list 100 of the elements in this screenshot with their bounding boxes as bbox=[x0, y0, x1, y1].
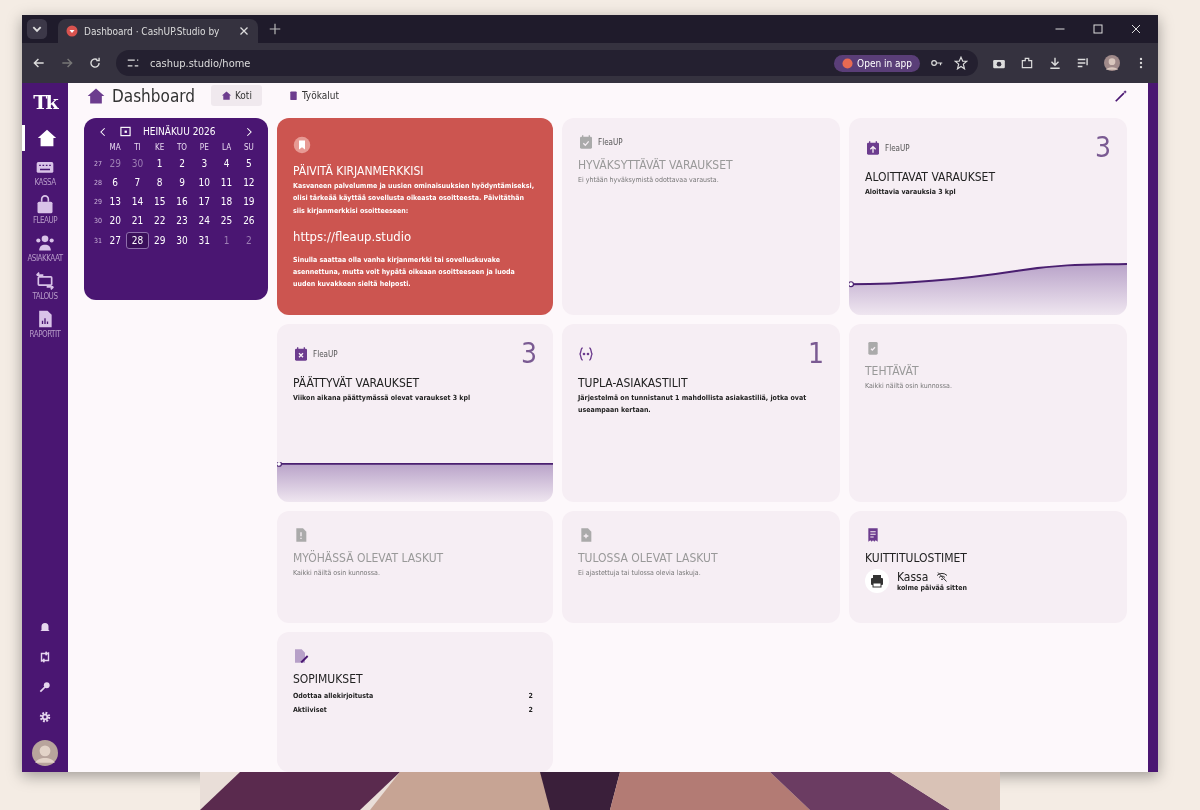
address-bar[interactable]: cashup.studio/home Open in app bbox=[116, 50, 978, 76]
link[interactable]: https://fleaup.studio bbox=[293, 228, 537, 244]
calendar-day[interactable]: 27 bbox=[104, 233, 127, 248]
today-icon[interactable] bbox=[120, 126, 131, 137]
calendar-day[interactable]: 22 bbox=[148, 213, 171, 228]
calendar-day[interactable]: 15 bbox=[148, 194, 171, 209]
calendar-day[interactable]: 18 bbox=[215, 194, 238, 209]
back-icon[interactable] bbox=[32, 56, 46, 70]
receipt-icon bbox=[865, 527, 881, 543]
calendar-day[interactable]: 20 bbox=[104, 213, 127, 228]
calendar-day[interactable]: 5 bbox=[237, 156, 260, 171]
calendar-day[interactable]: 13 bbox=[104, 194, 127, 209]
extensions-icon[interactable] bbox=[1020, 56, 1034, 70]
calendar-day[interactable]: 29 bbox=[148, 233, 171, 248]
month-label[interactable]: HEINÄKUU 2026 bbox=[143, 126, 232, 137]
bell-icon[interactable] bbox=[38, 620, 52, 634]
weekday-label: TI bbox=[133, 143, 142, 152]
new-tab-icon[interactable] bbox=[268, 22, 282, 36]
calendar-day[interactable]: 9 bbox=[170, 175, 194, 190]
home-icon bbox=[35, 127, 58, 149]
maximize-icon[interactable] bbox=[1092, 23, 1104, 35]
calendar-day[interactable]: 2 bbox=[237, 233, 260, 248]
calendar-day[interactable]: 30 bbox=[170, 233, 194, 248]
count: 3 bbox=[1094, 134, 1111, 162]
avatar-icon[interactable] bbox=[1104, 55, 1120, 71]
key-icon[interactable] bbox=[38, 680, 52, 694]
card-title: PÄIVITÄ KIRJANMERKKISI bbox=[293, 164, 425, 178]
calendar-icon bbox=[578, 134, 594, 150]
calendar-day[interactable]: 24 bbox=[193, 213, 216, 228]
site-icon bbox=[66, 25, 78, 37]
browser-tab[interactable]: Dashboard · CashUP.Studio by bbox=[58, 19, 258, 43]
forward-icon[interactable] bbox=[60, 56, 74, 70]
user-avatar[interactable] bbox=[32, 740, 58, 766]
swap-icon[interactable] bbox=[38, 650, 52, 664]
tab-list-icon[interactable] bbox=[26, 18, 48, 40]
settings-icon[interactable] bbox=[38, 710, 52, 724]
close-icon[interactable] bbox=[1130, 23, 1142, 35]
calendar-day[interactable]: 31 bbox=[193, 233, 216, 248]
calendar-day[interactable]: 2 bbox=[170, 156, 194, 171]
url-text: cashup.studio/home bbox=[150, 56, 251, 70]
calendar-day[interactable]: 30 bbox=[126, 156, 149, 171]
calendar-day[interactable]: 17 bbox=[193, 194, 216, 209]
sidebar-item[interactable]: KASSA bbox=[22, 155, 68, 189]
sidebar-item[interactable]: RAPORTIT bbox=[22, 307, 68, 341]
card-title: ALOITTAVAT VARAUKSET bbox=[865, 170, 997, 184]
clipboard-icon bbox=[865, 340, 881, 356]
printer-name: Kassa bbox=[897, 570, 929, 584]
calendar-day[interactable]: 4 bbox=[215, 156, 238, 171]
download-icon[interactable] bbox=[1048, 56, 1062, 70]
calendar-day[interactable]: 12 bbox=[237, 175, 260, 190]
calendar-day[interactable]: 21 bbox=[126, 213, 149, 228]
card-title: TULOSSA OLEVAT LASKUT bbox=[578, 551, 719, 565]
logo[interactable]: Tk bbox=[33, 91, 57, 113]
count: 1 bbox=[807, 340, 824, 368]
calendar-day[interactable]: 11 bbox=[215, 175, 238, 190]
close-icon[interactable] bbox=[238, 25, 250, 37]
calendar-day[interactable]: 25 bbox=[215, 213, 238, 228]
card-title: HYVÄKSYTTÄVÄT VARAUKSET bbox=[578, 158, 734, 172]
calendar-day[interactable]: 10 bbox=[193, 175, 216, 190]
document-icon bbox=[578, 527, 594, 543]
calendar-day[interactable]: 14 bbox=[126, 194, 149, 209]
calendar-day[interactable]: 1 bbox=[148, 156, 171, 171]
sidebar-item[interactable]: FLEAUP bbox=[22, 193, 68, 227]
calendar-day[interactable]: 26 bbox=[237, 213, 260, 228]
calendar-day[interactable]: 3 bbox=[193, 156, 216, 171]
open-in-app-button[interactable]: Open in app bbox=[834, 54, 920, 72]
site-settings-icon[interactable] bbox=[126, 56, 140, 70]
tab[interactable]: Työkalut bbox=[277, 85, 349, 106]
star-icon[interactable] bbox=[954, 56, 968, 70]
calendar-day[interactable]: 23 bbox=[170, 213, 194, 228]
weekday-label: KE bbox=[154, 143, 166, 152]
calendar-day[interactable]: 6 bbox=[104, 175, 127, 190]
reload-icon[interactable] bbox=[88, 56, 102, 70]
card-title: TEHTÄVÄT bbox=[865, 364, 920, 378]
media-icon[interactable] bbox=[1076, 56, 1090, 70]
tab-title: Dashboard · CashUP.Studio by bbox=[84, 25, 221, 37]
braces-icon bbox=[578, 346, 594, 362]
app-icon bbox=[842, 57, 854, 69]
scrollbar[interactable] bbox=[1148, 83, 1158, 772]
calendar-day[interactable]: 8 bbox=[148, 175, 171, 190]
previous-icon[interactable] bbox=[98, 126, 108, 137]
calendar-day[interactable]: 19 bbox=[237, 194, 260, 209]
sidebar-item[interactable]: TALOUS bbox=[22, 269, 68, 303]
printer-icon bbox=[865, 569, 889, 593]
shopping-bag-icon bbox=[35, 195, 55, 215]
clipboard-icon bbox=[287, 90, 299, 101]
sidebar-item[interactable]: ASIAKKAAT bbox=[22, 231, 68, 265]
weekday-label: LA bbox=[221, 143, 233, 152]
bookmark-icon bbox=[293, 136, 311, 154]
calendar-day[interactable]: 29 bbox=[104, 156, 127, 171]
calendar-day[interactable]: 1 bbox=[215, 233, 238, 248]
magic-wand-icon[interactable] bbox=[1114, 88, 1128, 103]
people-icon bbox=[35, 233, 55, 253]
calendar-day[interactable]: 16 bbox=[170, 194, 194, 209]
calendar-icon bbox=[865, 140, 881, 156]
calendar-day[interactable]: 28 bbox=[126, 232, 149, 249]
next-icon[interactable] bbox=[244, 126, 254, 137]
home-icon bbox=[220, 90, 232, 101]
calendar-day[interactable]: 7 bbox=[126, 175, 149, 190]
tab[interactable]: Koti bbox=[210, 85, 262, 106]
